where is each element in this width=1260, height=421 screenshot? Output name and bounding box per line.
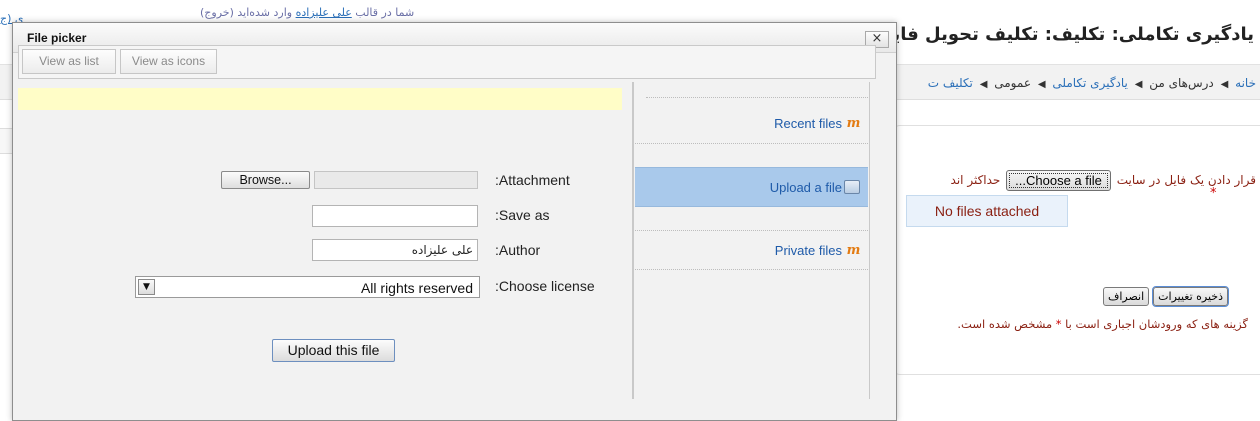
breadcrumb-separator: ◀	[1220, 79, 1229, 90]
author-label: :Author	[495, 242, 541, 258]
message-bar	[18, 88, 622, 110]
repo-label: Recent files	[774, 116, 842, 131]
license-selected-value: All rights reserved	[360, 280, 473, 296]
moodle-icon: m	[846, 243, 861, 258]
attachment-label: :Attachment	[495, 172, 570, 188]
breadcrumb-assignment[interactable]: تکلیف ت	[928, 76, 973, 90]
view-toolbar: View as list View as icons	[18, 45, 876, 79]
assignment-content-box	[892, 125, 1260, 375]
breadcrumb: خانه ◀ درس‌های من ◀ یادگیری تکاملی ◀ عمو…	[928, 76, 1256, 90]
user-link[interactable]: علی علیزاده	[296, 6, 352, 19]
page-header	[0, 0, 1260, 8]
author-input[interactable]: علی علیزاده	[312, 239, 478, 261]
browse-button[interactable]: Browse...	[221, 171, 310, 189]
required-note-suffix: مشخص شده است.	[957, 317, 1053, 331]
choose-file-button[interactable]: Choose a file...	[1006, 170, 1111, 191]
view-as-icons-button[interactable]: View as icons	[120, 49, 217, 74]
moodle-icon: m	[846, 116, 861, 131]
form-buttons: ذخیره تغییراتانصراف	[1099, 286, 1229, 307]
max-size-text: حداکثر اند	[950, 173, 1001, 187]
cancel-button[interactable]: انصراف	[1102, 287, 1150, 306]
breadcrumb-separator: ◀	[979, 79, 988, 90]
repo-recent-files[interactable]: Recent files m	[635, 104, 868, 144]
login-info: شما در قالب علی علیزاده وارد شده‌اید (خر…	[200, 6, 414, 19]
page-title: یادگیری تکاملی: تکلیف: تکلیف تحویل فایل	[877, 24, 1254, 45]
repo-label: Upload a file	[769, 180, 842, 195]
login-info-suffix: وارد شده‌اید (خروج)	[200, 6, 296, 19]
required-note-text: گزینه های که ورودشان اجباری است با	[1065, 317, 1248, 331]
login-info-prefix: شما در قالب	[351, 6, 415, 19]
required-fields-note: گزینه های که ورودشان اجباری است با * مشخ…	[957, 317, 1248, 331]
save-as-label: :Save as	[495, 207, 550, 223]
view-as-list-button[interactable]: View as list	[22, 49, 116, 74]
no-files-attached: No files attached	[906, 195, 1068, 227]
repo-label: Private files	[774, 243, 842, 258]
repo-upload-file[interactable]: Upload a file	[635, 167, 868, 207]
required-star: *	[1210, 186, 1217, 201]
breadcrumb-separator: ◀	[1037, 79, 1046, 90]
save-as-input[interactable]	[312, 205, 478, 227]
selected-file-display	[314, 171, 478, 189]
choose-license-label: :Choose license	[495, 278, 595, 294]
repo-private-files[interactable]: Private files m	[635, 230, 868, 270]
repo-divider	[646, 97, 868, 98]
license-select[interactable]: ▼ All rights reserved	[135, 276, 480, 298]
breadcrumb-course[interactable]: یادگیری تکاملی	[1052, 76, 1128, 90]
required-star: *	[1055, 317, 1062, 331]
dialog-title: File picker	[27, 31, 87, 45]
upload-field-label: قرار دادن یک فایل در سایت	[1116, 173, 1256, 187]
upload-this-file-button[interactable]: Upload this file	[272, 339, 395, 362]
breadcrumb-general: عمومی	[994, 76, 1031, 90]
breadcrumb-separator: ◀	[1134, 79, 1143, 90]
close-icon: ×	[871, 31, 883, 46]
chevron-down-icon[interactable]: ▼	[138, 279, 155, 295]
breadcrumb-my-courses: درس‌های من	[1149, 76, 1214, 90]
save-changes-button[interactable]: ذخیره تغییرات	[1152, 286, 1229, 307]
upload-icon	[844, 180, 860, 194]
breadcrumb-home[interactable]: خانه	[1235, 76, 1256, 90]
